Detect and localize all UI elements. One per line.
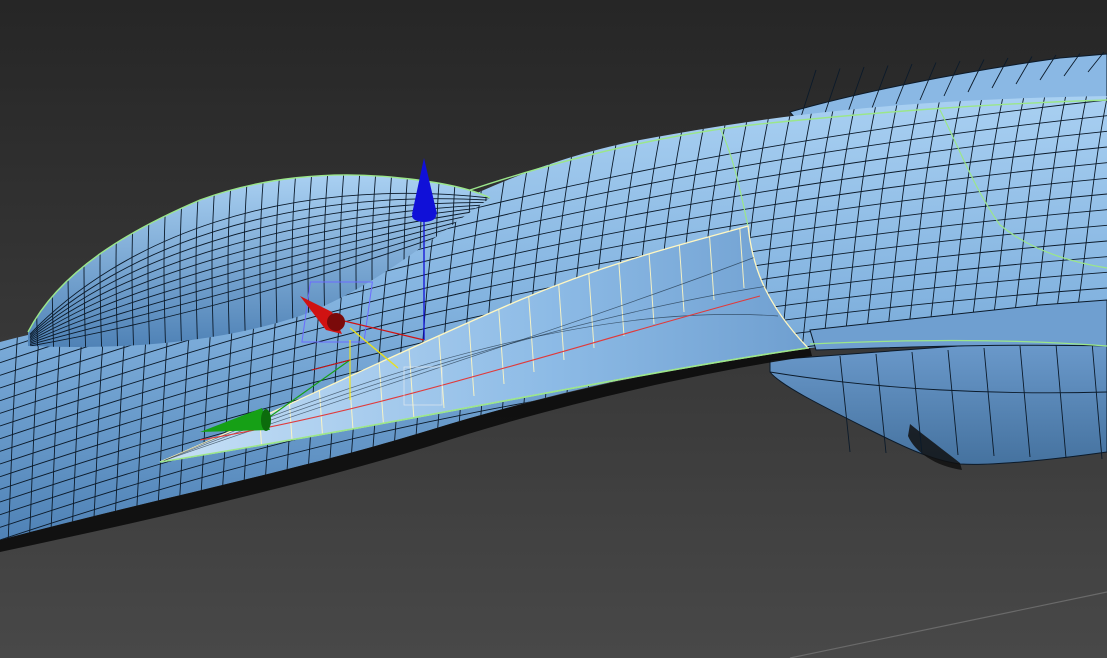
3d-viewport[interactable] (0, 0, 1107, 658)
gizmo-z-axis-arrow-base[interactable] (412, 210, 436, 222)
gizmo-y-axis-arrow-base[interactable] (261, 409, 271, 431)
viewport-scene[interactable] (0, 0, 1107, 658)
gizmo-x-axis-arrow-base[interactable] (327, 313, 345, 331)
